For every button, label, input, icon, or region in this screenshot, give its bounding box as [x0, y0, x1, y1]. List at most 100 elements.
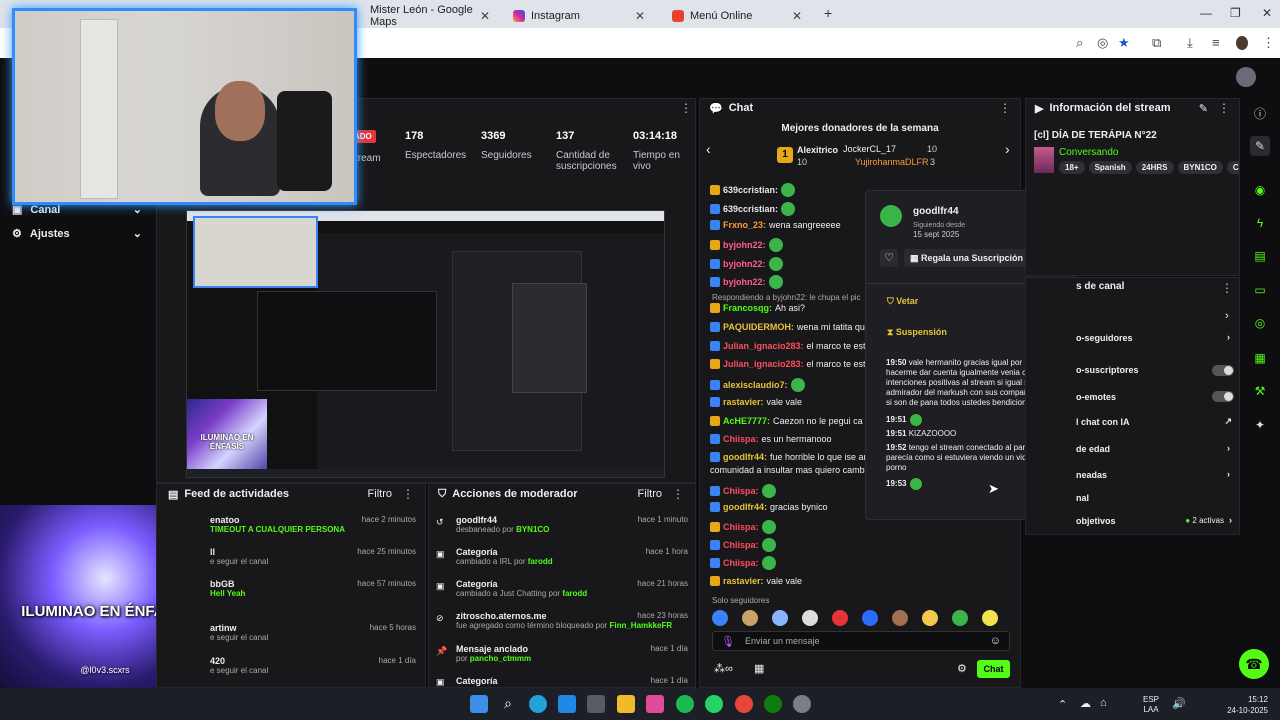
more-icon[interactable]: ⋮: [672, 487, 684, 501]
close-icon[interactable]: ✕: [480, 9, 490, 23]
tab-google-maps[interactable]: Mister León - Google Maps ✕: [360, 4, 500, 28]
tab-menu-online[interactable]: Menú Online ✕: [662, 4, 812, 28]
chat-username[interactable]: byjohn22:: [723, 240, 766, 250]
setting-banned[interactable]: neadas ›: [1076, 469, 1236, 480]
emote-icon[interactable]: [952, 610, 968, 626]
tag[interactable]: 24HRS: [1135, 161, 1174, 174]
more-icon[interactable]: ⋮: [1221, 281, 1233, 295]
more-icon[interactable]: ⋮: [999, 101, 1011, 115]
donor-name[interactable]: YujirohanmaDLFR: [855, 157, 929, 167]
layers-icon[interactable]: ▦: [1250, 348, 1270, 368]
queue-icon[interactable]: ≡: [1212, 35, 1220, 50]
chat-username[interactable]: goodlfr44:: [723, 452, 767, 462]
app-icon[interactable]: [587, 695, 605, 713]
folder-icon[interactable]: [617, 695, 635, 713]
emote-icon[interactable]: [922, 610, 938, 626]
star-icon[interactable]: ★: [1118, 35, 1130, 51]
broadcast-icon[interactable]: ◎: [1250, 313, 1270, 333]
emote-icon[interactable]: [802, 610, 818, 626]
emoji-icon[interactable]: ☺: [990, 635, 1001, 647]
chevron-right-icon[interactable]: ›: [1005, 141, 1010, 157]
user-avatar[interactable]: [1236, 67, 1256, 87]
gear-icon[interactable]: ⚙: [957, 662, 967, 675]
filter-button[interactable]: Filtro: [638, 488, 662, 500]
bolt-icon[interactable]: ϟ: [1250, 213, 1270, 233]
camera-icon[interactable]: ◉: [1250, 180, 1270, 200]
setting-goals[interactable]: objetivos ● 2 activas ›: [1076, 515, 1236, 526]
tag[interactable]: 18+: [1059, 161, 1085, 174]
more-icon[interactable]: ⋮: [402, 487, 414, 501]
chat-send-button[interactable]: Chat: [977, 660, 1010, 678]
zoom-icon[interactable]: ⌕: [1076, 35, 1083, 51]
category-name[interactable]: Conversando: [1059, 147, 1118, 158]
download-icon[interactable]: ⤓: [1187, 35, 1193, 51]
close-window-icon[interactable]: ✕: [1262, 6, 1272, 20]
list-icon[interactable]: ▤: [1250, 246, 1270, 266]
sidebar-item-ajustes[interactable]: ⚙ Ajustes ⌄: [12, 227, 142, 241]
chat-username[interactable]: rastavier:: [723, 576, 764, 586]
gift-icon[interactable]: ▦: [754, 662, 764, 675]
setting-ai-chat[interactable]: l chat con IA ↗: [1076, 416, 1236, 427]
donor-name[interactable]: Alexitrico: [797, 145, 838, 155]
app-icon[interactable]: [793, 695, 811, 713]
more-icon[interactable]: ⋮: [1218, 101, 1230, 115]
chat-username[interactable]: 639ccristian:: [723, 204, 778, 214]
maximize-icon[interactable]: ❐: [1230, 6, 1241, 20]
chat-username[interactable]: Chiispa:: [723, 522, 759, 532]
wrench-icon[interactable]: ⚒: [1250, 381, 1270, 401]
app-icon[interactable]: [646, 695, 664, 713]
chat-bubble-icon[interactable]: ▭: [1250, 280, 1270, 300]
emote-icon[interactable]: [862, 610, 878, 626]
network-icon[interactable]: ⌂: [1100, 697, 1107, 709]
eye-off-icon[interactable]: ◎: [1097, 35, 1108, 51]
pencil-icon[interactable]: ✎: [1250, 136, 1270, 156]
tag[interactable]: BYN1CO: [1177, 161, 1223, 174]
tab-instagram[interactable]: Instagram ✕: [503, 4, 655, 28]
emote-icon[interactable]: [712, 610, 728, 626]
support-button[interactable]: ☎: [1239, 649, 1269, 679]
pencil-icon[interactable]: ✎: [1199, 102, 1208, 115]
info-icon[interactable]: ⓘ: [1250, 103, 1270, 123]
filter-button[interactable]: Filtro: [368, 488, 392, 500]
points-icon[interactable]: ⁂∞: [714, 662, 733, 675]
chat-username[interactable]: Chiispa:: [723, 558, 759, 568]
start-icon[interactable]: [470, 695, 488, 713]
whatsapp-icon[interactable]: [705, 695, 723, 713]
close-icon[interactable]: ✕: [792, 9, 802, 23]
emote-icon[interactable]: [892, 610, 908, 626]
chat-username[interactable]: Chiispa:: [723, 540, 759, 550]
minimize-icon[interactable]: —: [1200, 6, 1212, 20]
language-indicator[interactable]: ESP LAA: [1143, 695, 1159, 715]
emote-icon[interactable]: [982, 610, 998, 626]
mic-icon[interactable]: 🎙: [721, 635, 735, 648]
chat-username[interactable]: 639ccristian:: [723, 185, 778, 195]
emote-icon[interactable]: [772, 610, 788, 626]
chevron-right-icon[interactable]: ›: [1225, 310, 1229, 322]
chat-username[interactable]: byjohn22:: [723, 277, 766, 287]
setting-channel[interactable]: nal: [1076, 493, 1089, 503]
heart-icon[interactable]: ♡: [880, 249, 898, 267]
subs-only-toggle[interactable]: [1212, 365, 1234, 376]
chevron-left-icon[interactable]: ‹: [706, 141, 711, 157]
new-tab-button[interactable]: +: [824, 5, 832, 21]
chrome-icon[interactable]: [735, 695, 753, 713]
chat-input[interactable]: 🎙 Enviar un mensaje ☺: [712, 631, 1010, 651]
setting-age[interactable]: de edad ›: [1076, 443, 1236, 454]
spotify-icon[interactable]: [676, 695, 694, 713]
setting-followers-only[interactable]: o-seguidores ›: [1076, 332, 1236, 343]
cloud-icon[interactable]: ☁: [1080, 697, 1091, 710]
emotes-only-toggle[interactable]: [1212, 391, 1234, 402]
stream-preview[interactable]: ILUMINAO EN ÉNFASIS: [186, 210, 665, 478]
chat-username[interactable]: Francosqg:: [723, 303, 772, 313]
chat-username[interactable]: PAQUIDERMOH:: [723, 322, 794, 332]
chat-username[interactable]: AcHE7777:: [723, 416, 770, 426]
extensions-icon[interactable]: ⧉: [1152, 35, 1161, 51]
store-icon[interactable]: [558, 695, 576, 713]
chat-username[interactable]: alexisclaudio7:: [723, 380, 788, 390]
emote-icon[interactable]: [742, 610, 758, 626]
chat-username[interactable]: Frxno_23:: [723, 220, 766, 230]
chat-username[interactable]: Chiispa:: [723, 486, 759, 496]
chat-username[interactable]: byjohn22:: [723, 259, 766, 269]
clock[interactable]: 15:12 24-10-2025: [1224, 694, 1268, 716]
close-icon[interactable]: ✕: [635, 9, 645, 23]
